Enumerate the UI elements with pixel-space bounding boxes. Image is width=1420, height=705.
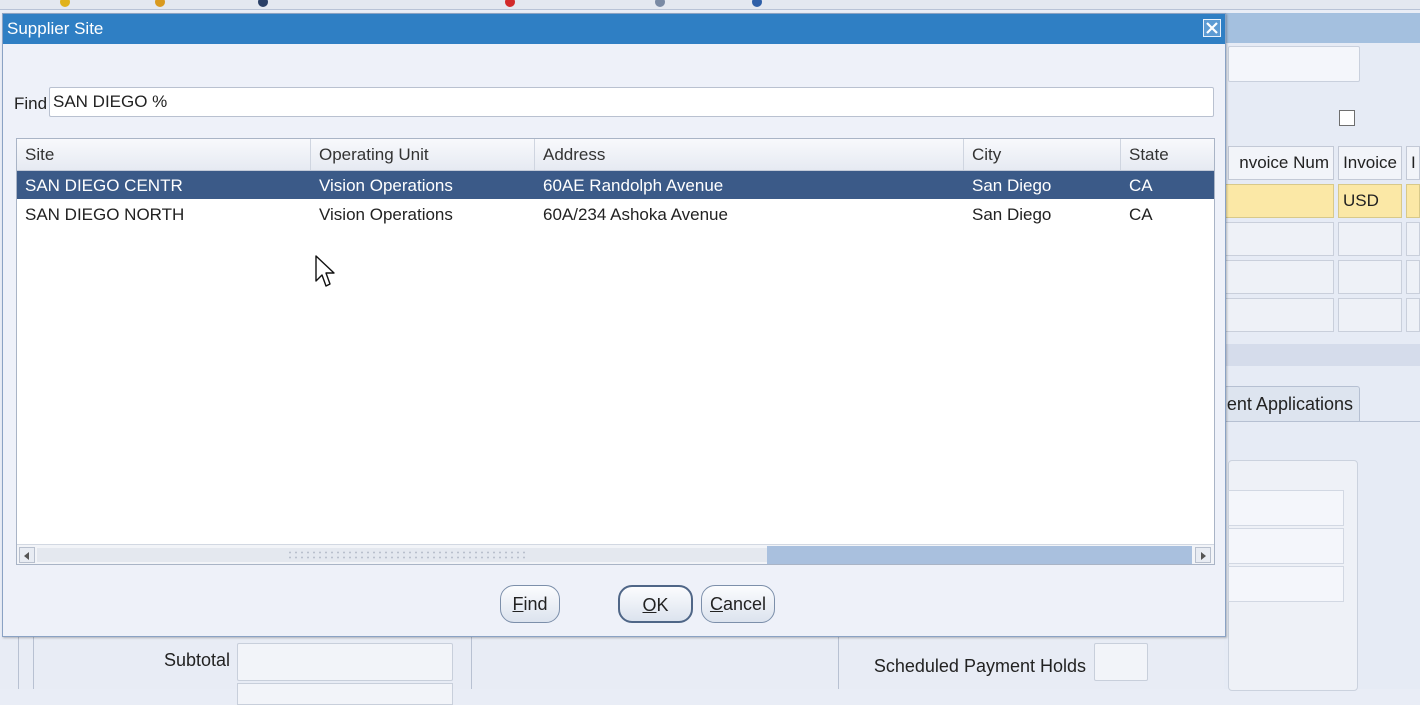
scheduled-payment-holds-field[interactable] [1094,643,1148,681]
background-checkbox[interactable] [1339,110,1355,126]
column-header-address[interactable]: Address [535,139,964,170]
table-cell[interactable] [1338,222,1402,256]
tab-underline [1224,421,1420,422]
column-header-invoice-num[interactable]: nvoice Num [1228,146,1334,180]
background-field[interactable] [237,683,453,705]
toolbar-icon[interactable] [752,0,762,7]
grid-header: Site Operating Unit Address City State [17,139,1214,171]
cancel-button-label: ancel [722,594,767,614]
table-row[interactable]: SAN DIEGO NORTH Vision Operations 60A/23… [17,200,1214,228]
cell-city: San Diego [972,176,1052,195]
cell-state: CA [1129,176,1153,195]
table-cell[interactable] [1406,184,1420,218]
toolbar-icon[interactable] [655,0,665,7]
background-field[interactable] [1228,46,1360,82]
cancel-button-mnemonic: C [709,594,723,614]
background-field[interactable] [1228,566,1344,602]
background-field[interactable] [1228,490,1344,526]
table-cell[interactable] [1224,260,1334,294]
results-grid: Site Operating Unit Address City State S… [16,138,1215,565]
column-header-operating-unit[interactable]: Operating Unit [311,139,535,170]
table-cell[interactable] [1406,222,1420,256]
cell-operating-unit: Vision Operations [319,176,453,195]
cell-state: CA [1129,205,1153,224]
column-header-next[interactable]: I [1406,146,1420,180]
toolbar-icon[interactable] [505,0,515,7]
horizontal-scrollbar[interactable] [17,544,1214,564]
cancel-button[interactable]: Cancel [701,585,775,623]
mouse-cursor-icon [315,255,335,287]
find-button-mnemonic: F [512,594,524,614]
toolbar-icon[interactable] [155,0,165,7]
table-row[interactable]: SAN DIEGO CENTR Vision Operations 60AE R… [17,171,1214,199]
tab-payment-applications[interactable]: ent Applications [1224,386,1360,422]
background-frame [838,637,839,689]
toolbar-icon[interactable] [60,0,70,7]
scrollbar-track[interactable] [767,546,1192,564]
cell-address: 60AE Randolph Avenue [543,176,724,195]
background-divider [1224,344,1420,366]
toolbar-icon[interactable] [258,0,268,7]
ok-button-mnemonic: O [642,595,657,615]
table-cell[interactable] [1224,298,1334,332]
invoice-currency-cell[interactable]: USD [1338,184,1402,218]
invoice-num-cell[interactable] [1224,184,1334,218]
column-header-invoice[interactable]: Invoice [1338,146,1402,180]
scroll-right-arrow-icon[interactable] [1195,547,1211,563]
column-header-city[interactable]: City [964,139,1121,170]
find-label: Find [14,94,48,113]
cell-address: 60A/234 Ashoka Avenue [543,205,728,224]
background-field[interactable] [1228,528,1344,564]
find-button-label: ind [523,594,548,614]
subtotal-label: Subtotal [163,650,230,670]
cell-site: SAN DIEGO NORTH [25,205,185,224]
cell-city: San Diego [972,205,1052,224]
background-window-titlebar [1224,13,1420,43]
find-input[interactable] [49,87,1214,117]
scrollbar-grip [287,550,525,560]
dialog-titlebar[interactable]: Supplier Site [3,14,1225,44]
scheduled-payment-holds-label: Scheduled Payment Holds [873,656,1086,676]
toolbar [0,0,1420,10]
ok-button-label: K [656,595,669,615]
ok-button[interactable]: OK [618,585,693,623]
supplier-site-dialog: Supplier Site Find Site Operating Unit A… [2,13,1226,637]
table-cell[interactable] [1406,260,1420,294]
cell-operating-unit: Vision Operations [319,205,453,224]
find-button[interactable]: Find [500,585,560,623]
column-header-site[interactable]: Site [17,139,311,170]
subtotal-field[interactable] [237,643,453,681]
cell-site: SAN DIEGO CENTR [25,176,183,195]
table-cell[interactable] [1338,260,1402,294]
column-header-state[interactable]: State [1121,139,1214,170]
scroll-left-arrow-icon[interactable] [19,547,35,563]
table-cell[interactable] [1224,222,1334,256]
table-cell[interactable] [1406,298,1420,332]
close-icon[interactable] [1203,19,1221,37]
table-cell[interactable] [1338,298,1402,332]
dialog-title: Supplier Site [7,19,104,38]
